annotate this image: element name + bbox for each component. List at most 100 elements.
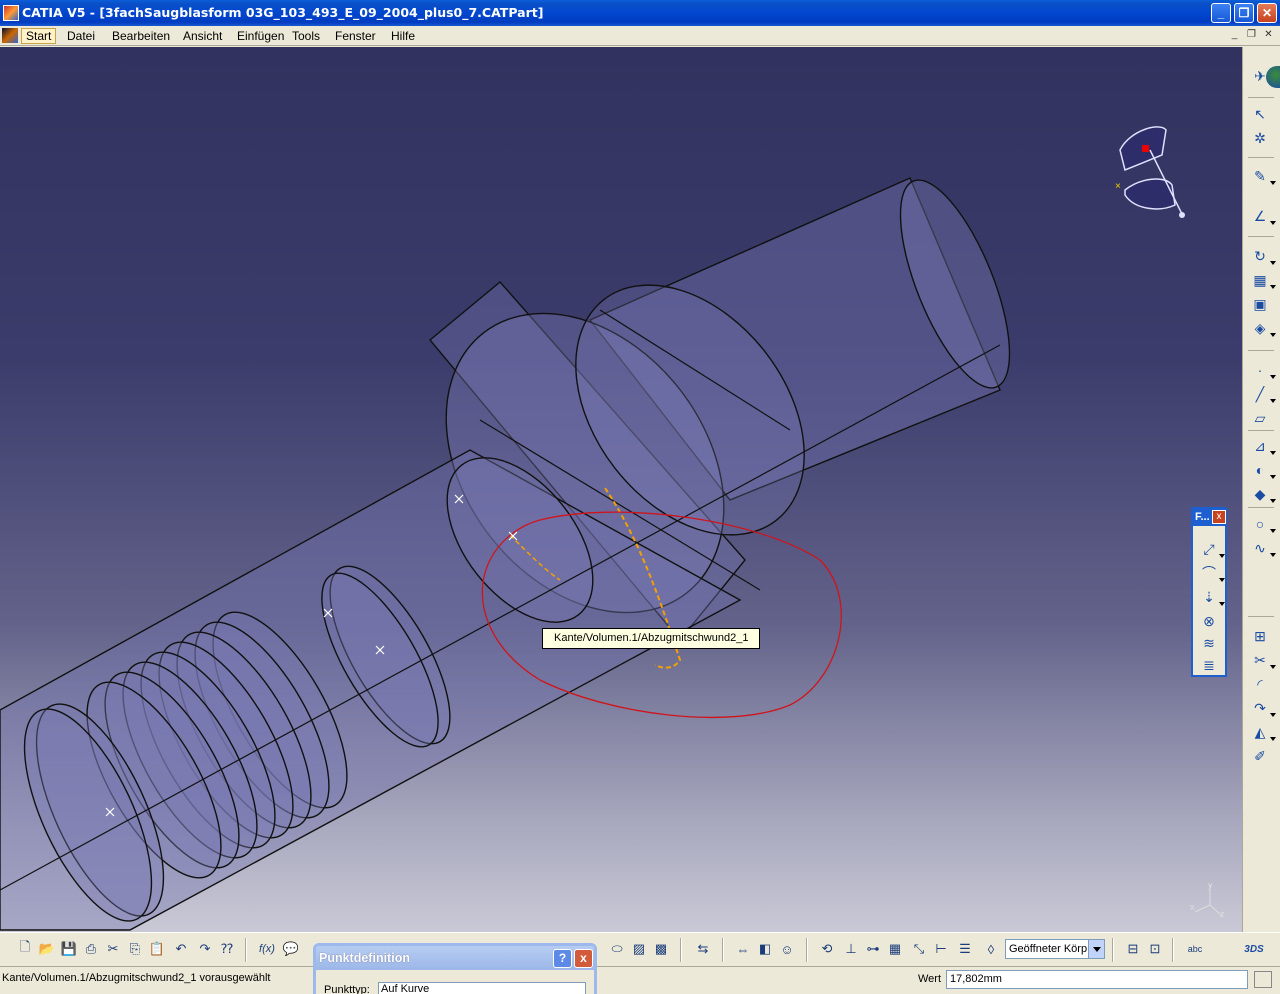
floating-toolbar-close-button[interactable]: x <box>1212 510 1226 524</box>
menu-einfuegen[interactable]: Einfügen <box>233 28 288 44</box>
split-icon[interactable]: ✂ <box>1250 650 1276 670</box>
fit-all-icon[interactable]: ⇔ <box>734 940 752 958</box>
sketch-icon[interactable]: ✎ <box>1250 166 1276 186</box>
open-folder-icon[interactable]: 📂 <box>38 940 56 958</box>
intersection-icon[interactable]: ⊗ <box>1199 611 1219 631</box>
line-icon[interactable]: ╱ <box>1250 384 1276 404</box>
minimize-button[interactable]: _ <box>1211 3 1231 23</box>
spline-icon[interactable]: ∿ <box>1250 538 1276 558</box>
sweep-icon[interactable]: ◆ <box>1250 484 1276 504</box>
close-button[interactable]: ✕ <box>1257 3 1277 23</box>
revolve-icon[interactable]: ◐ <box>1250 460 1276 480</box>
plane-icon[interactable]: ▱ <box>1250 408 1270 428</box>
tree-icon[interactable]: ⊶ <box>864 940 882 958</box>
preselection-tooltip: Kante/Volumen.1/Abzugmitschwund2_1 <box>542 628 761 649</box>
axis-y-label: y <box>1208 880 1213 890</box>
part-geometry: × <box>0 126 1223 931</box>
layer-dropdown-value: Geöffneter Körp <box>1009 943 1088 955</box>
layer-dropdown[interactable]: Geöffneter Körp <box>1005 939 1105 959</box>
fillet-icon[interactable]: ◜ <box>1250 674 1270 694</box>
restore-button[interactable]: ❐ <box>1234 3 1254 23</box>
cylinder-icon[interactable]: ⬭ <box>608 940 626 958</box>
chevron-down-icon[interactable] <box>1088 940 1104 958</box>
connect-curve-icon[interactable]: ⌒ <box>1199 563 1225 583</box>
plane-angle-icon[interactable]: ∠ <box>1250 206 1276 226</box>
dialog-help-button[interactable]: ? <box>553 949 572 968</box>
title-bar: CATIA V5 - [3fachSaugblasform 03G_103_49… <box>0 0 1280 26</box>
catia-logo-icon: 3DS <box>1244 943 1264 955</box>
extrude-icon[interactable]: ⊿ <box>1250 436 1276 456</box>
layer-icon[interactable]: ◊ <box>982 940 1000 958</box>
render-icon[interactable]: ▨ <box>630 940 648 958</box>
axis-system-icon[interactable]: ⊥ <box>842 940 860 958</box>
menu-start[interactable]: Start <box>21 28 57 44</box>
paste-icon[interactable]: 📋 <box>148 940 166 958</box>
point-icon[interactable]: · <box>1250 360 1276 380</box>
grid-icon[interactable]: ▦ <box>1250 270 1276 290</box>
punktdefinition-dialog: Punktdefinition ? x Punkttyp: Auf Kurve <box>313 943 597 994</box>
spell-check-icon[interactable]: abc <box>1186 940 1204 958</box>
analysis-icon[interactable]: ✐ <box>1250 746 1270 766</box>
menu-hilfe[interactable]: Hilfe <box>387 28 419 44</box>
hide-show-icon[interactable]: ◧ <box>756 940 774 958</box>
catia-app-icon[interactable] <box>3 5 19 21</box>
cut-icon[interactable]: ✂ <box>104 940 122 958</box>
list-icon[interactable]: ☰ <box>956 940 974 958</box>
mdi-minimize-button[interactable]: _ <box>1228 29 1241 41</box>
compass-icon: × <box>1115 126 1185 218</box>
grid-toggle-icon[interactable]: ⊟ <box>1124 940 1142 958</box>
print-icon[interactable]: ⎙ <box>82 940 100 958</box>
circle-icon[interactable]: ○ <box>1250 514 1276 534</box>
redo-icon[interactable]: ↷ <box>196 940 214 958</box>
axis-z-label: z <box>1220 909 1225 919</box>
menu-ansicht[interactable]: Ansicht <box>179 28 226 44</box>
surface-icon[interactable]: ◈ <box>1250 318 1276 338</box>
shading-icon[interactable]: ▩ <box>652 940 670 958</box>
hierarchy-icon[interactable]: ⊢ <box>932 940 950 958</box>
window-title: CATIA V5 - [3fachSaugblasform 03G_103_49… <box>22 5 544 20</box>
menu-fenster[interactable]: Fenster <box>331 28 380 44</box>
3d-viewport[interactable]: × Kante/Volumen.1/Abzugmitschwund2_1 x y… <box>0 47 1242 932</box>
helix-icon[interactable]: ≣ <box>1199 655 1219 675</box>
document-icon[interactable] <box>2 28 18 43</box>
solid-icon[interactable]: ▣ <box>1250 294 1270 314</box>
snap-icon[interactable]: ✲ <box>1250 128 1270 148</box>
menu-tools[interactable]: Tools <box>288 28 324 44</box>
swap-icon[interactable]: ⇆ <box>694 940 712 958</box>
floating-toolbar[interactable]: F... x ⤢ ⌒ ⇣ ⊗ ≋ ≣ <box>1191 507 1227 677</box>
join-icon[interactable]: ⊞ <box>1250 626 1270 646</box>
command-toggle-button[interactable] <box>1254 971 1272 988</box>
mdi-close-button[interactable]: ✕ <box>1262 29 1275 41</box>
table-icon[interactable]: ▦ <box>886 940 904 958</box>
blend-icon[interactable]: ↷ <box>1250 698 1276 718</box>
draft-icon[interactable]: ◭ <box>1250 722 1276 742</box>
curve-offset-icon[interactable]: ⤢ <box>1199 539 1225 559</box>
new-file-icon[interactable]: 🗋 <box>16 939 34 958</box>
transform-icon[interactable]: ↻ <box>1250 246 1276 266</box>
person-icon[interactable]: ☺ <box>778 940 796 958</box>
measure-icon[interactable]: ⤡ <box>910 940 928 958</box>
comment-icon[interactable]: 💬 <box>282 940 300 958</box>
point-type-select[interactable]: Auf Kurve <box>378 982 586 994</box>
formula-icon[interactable]: f(x) <box>258 940 276 958</box>
menu-datei[interactable]: Datei <box>63 28 99 44</box>
point-type-label: Punkttyp: <box>324 984 370 994</box>
projection-icon[interactable]: ⇣ <box>1199 587 1225 607</box>
copy-icon[interactable]: ⎘ <box>126 940 144 958</box>
save-icon[interactable]: 💾 <box>60 940 78 958</box>
svg-text:×: × <box>1115 181 1121 192</box>
frame-icon[interactable]: ⊡ <box>1146 940 1164 958</box>
undo-icon[interactable]: ↶ <box>172 940 190 958</box>
select-arrow-icon[interactable]: ↖ <box>1250 104 1270 124</box>
axis-x-label: x <box>1190 902 1195 912</box>
wert-label: Wert <box>918 973 942 985</box>
status-message: Kante/Volumen.1/Abzugmitschwund2_1 vorau… <box>2 972 271 984</box>
dialog-close-button[interactable]: x <box>574 949 593 968</box>
mdi-restore-button[interactable]: ❐ <box>1245 29 1258 41</box>
whats-this-icon[interactable]: ⁇ <box>218 940 236 958</box>
rotate-icon[interactable]: ⟲ <box>818 940 836 958</box>
menu-bar: Start Datei Bearbeiten Ansicht Einfügen … <box>0 26 1280 46</box>
menu-bearbeiten[interactable]: Bearbeiten <box>108 28 174 44</box>
parallel-curve-icon[interactable]: ≋ <box>1199 633 1219 653</box>
wert-input[interactable]: 17,802mm <box>946 970 1248 989</box>
